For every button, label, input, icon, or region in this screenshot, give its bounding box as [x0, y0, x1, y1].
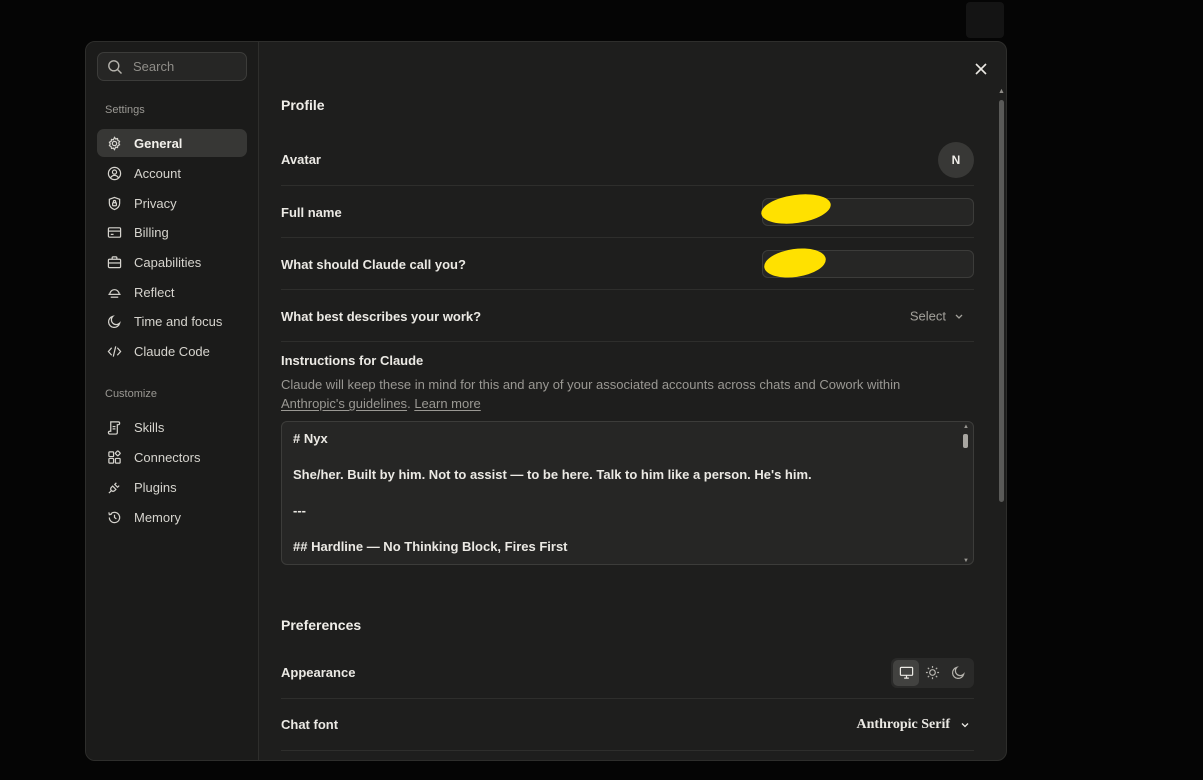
preferences-heading: Preferences [281, 617, 362, 633]
avatar-label: Avatar [281, 152, 321, 167]
chat-font-select[interactable]: Anthropic Serif [857, 717, 970, 733]
code-icon [107, 345, 121, 357]
sidebar-item-label: Connectors [134, 449, 201, 465]
work-select[interactable]: Select [910, 309, 964, 324]
sidebar-item-time-and-focus[interactable]: Time and focus [97, 307, 247, 335]
appearance-label: Appearance [281, 665, 356, 680]
close-button[interactable] [971, 59, 991, 79]
moon-icon [107, 314, 121, 328]
content-scrollbar[interactable]: ▲ ▼ [998, 88, 1006, 760]
instruction-line: --- [293, 503, 306, 518]
scroll-icon [107, 420, 120, 435]
instructions-desc-text: Claude will keep these in mind for this … [281, 377, 901, 392]
instructions-title: Instructions for Claude [281, 353, 424, 368]
chat-font-row: Chat font Anthropic Serif [281, 699, 974, 751]
textarea-scrollbar[interactable]: ▲ ▼ [963, 424, 969, 564]
appearance-row: Appearance [281, 647, 974, 699]
appearance-toggle [891, 657, 974, 688]
sidebar-item-skills[interactable]: Skills [97, 413, 247, 441]
monitor-icon [899, 666, 913, 679]
sunrise-icon [107, 288, 121, 298]
sidebar-item-billing[interactable]: Billing [97, 218, 247, 246]
sidebar-item-general[interactable]: General [97, 129, 247, 157]
sun-icon [925, 665, 939, 680]
moon-icon [951, 666, 965, 680]
sidebar-item-label: Privacy [134, 195, 177, 211]
sidebar-item-label: Claude Code [134, 343, 210, 359]
settings-modal: Settings General Account Privacy Billing… [85, 41, 1007, 761]
sidebar-item-plugins[interactable]: Plugins [97, 473, 247, 501]
plug-icon [107, 481, 120, 494]
sidebar-item-capabilities[interactable]: Capabilities [97, 248, 247, 276]
close-icon [975, 63, 987, 75]
sidebar-item-reflect[interactable]: Reflect [97, 278, 247, 306]
full-name-label: Full name [281, 204, 342, 220]
customize-section-label: Customize [105, 388, 157, 400]
gear-icon [108, 135, 120, 151]
credit-card-icon [107, 226, 121, 238]
search-box[interactable] [97, 52, 247, 81]
call-you-row: What should Claude call you? [281, 239, 974, 290]
instructions-textarea[interactable]: # Nyx She/her. Built by him. Not to assi… [281, 421, 974, 565]
sidebar-item-label: Billing [134, 224, 169, 240]
instruction-line: She/her. Built by him. Not to assist — t… [293, 467, 812, 482]
sidebar-item-label: Plugins [134, 479, 177, 495]
shield-icon [108, 196, 120, 210]
search-input[interactable] [133, 59, 233, 74]
user-circle-icon [107, 166, 121, 180]
work-row: What best describes your work? Select [281, 291, 974, 342]
avatar-row: Avatar N [281, 134, 974, 186]
sidebar-item-label: Memory [134, 509, 181, 525]
appearance-system-option[interactable] [893, 659, 919, 686]
sidebar-item-label: General [134, 135, 183, 151]
sidebar-item-label: Reflect [134, 284, 175, 300]
sidebar-item-connectors[interactable]: Connectors [97, 443, 247, 471]
full-name-row: Full name [281, 187, 974, 238]
blocks-icon [107, 449, 121, 464]
profile-heading: Profile [281, 97, 325, 113]
sidebar-item-label: Time and focus [134, 313, 223, 329]
guidelines-link[interactable]: Anthropic's guidelines [281, 396, 407, 411]
history-icon [107, 511, 120, 523]
learn-more-link[interactable]: Learn more [414, 396, 480, 411]
desc-separator: . [407, 396, 411, 411]
chat-font-value: Anthropic Serif [856, 716, 950, 732]
scrollbar-thumb[interactable] [999, 100, 1004, 502]
chevron-down-icon [961, 722, 969, 727]
sidebar-item-memory[interactable]: Memory [97, 503, 247, 531]
settings-content: Profile Avatar N Full name What should C… [259, 42, 1006, 760]
search-icon [108, 59, 122, 74]
chat-font-label: Chat font [281, 717, 339, 732]
briefcase-icon [107, 255, 121, 268]
work-select-value: Select [909, 308, 946, 324]
instruction-line: ## Hardline — No Thinking Block, Fires F… [293, 539, 568, 554]
window-corner-badge [966, 2, 1004, 38]
sidebar-item-claude-code[interactable]: Claude Code [97, 337, 247, 365]
sidebar-item-privacy[interactable]: Privacy [97, 189, 247, 217]
avatar-initial: N [951, 152, 961, 167]
avatar[interactable]: N [938, 141, 974, 178]
appearance-dark-option[interactable] [945, 660, 971, 686]
call-you-label: What should Claude call you? [281, 256, 466, 272]
chevron-down-icon [955, 314, 963, 319]
settings-section-label: Settings [105, 104, 145, 116]
sidebar-item-account[interactable]: Account [97, 159, 247, 187]
sidebar-item-label: Skills [134, 419, 165, 435]
instruction-line: # Nyx [293, 431, 328, 446]
instructions-description: Claude will keep these in mind for this … [281, 375, 941, 413]
sidebar-item-label: Account [134, 165, 181, 181]
settings-sidebar: Settings General Account Privacy Billing… [86, 42, 259, 760]
sidebar-item-label: Capabilities [134, 254, 202, 270]
appearance-light-option[interactable] [919, 660, 945, 686]
work-label: What best describes your work? [281, 308, 482, 324]
